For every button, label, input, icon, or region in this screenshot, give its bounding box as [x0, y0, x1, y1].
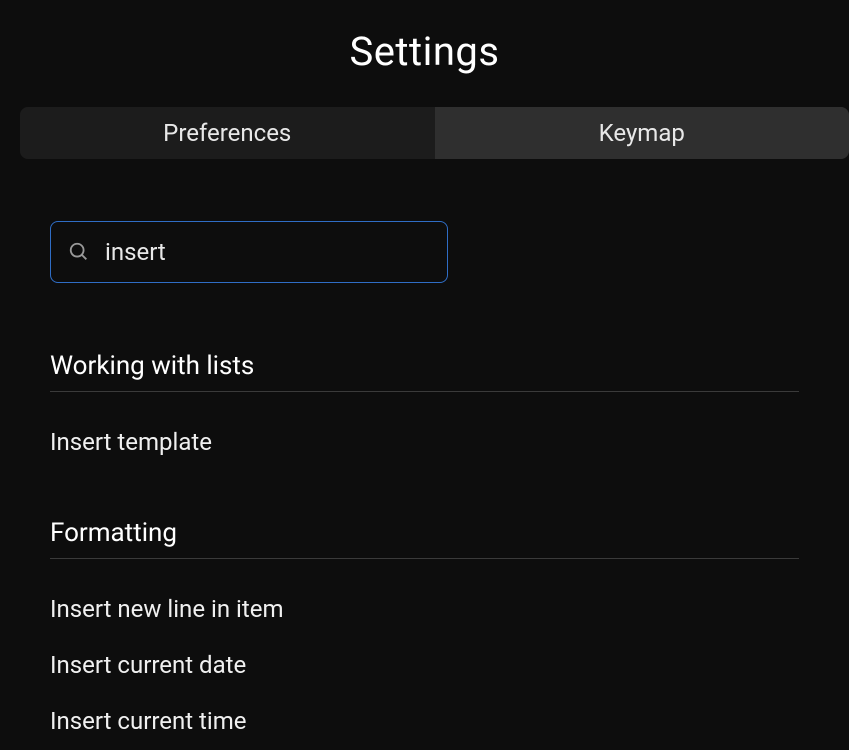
tab-preferences-label: Preferences — [163, 119, 291, 147]
tab-preferences[interactable]: Preferences — [20, 107, 435, 159]
page-title: Settings — [0, 28, 849, 75]
page-header: Settings — [0, 0, 849, 107]
search-wrapper — [50, 221, 448, 283]
search-input[interactable] — [50, 221, 448, 283]
content-area: Working with lists Insert template Forma… — [0, 159, 849, 749]
tabs-container: Preferences Keymap — [20, 107, 849, 159]
tab-keymap[interactable]: Keymap — [435, 107, 849, 159]
keymap-item-insert-new-line[interactable]: Insert new line in item — [50, 581, 799, 637]
keymap-item-insert-template[interactable]: Insert template — [50, 414, 799, 470]
section-header-formatting: Formatting — [50, 518, 799, 559]
tab-keymap-label: Keymap — [599, 119, 685, 147]
keymap-item-insert-current-time[interactable]: Insert current time — [50, 693, 799, 749]
section-working-with-lists: Working with lists Insert template — [50, 351, 799, 470]
keymap-item-insert-current-date[interactable]: Insert current date — [50, 637, 799, 693]
section-formatting: Formatting Insert new line in item Inser… — [50, 518, 799, 749]
section-header-working-with-lists: Working with lists — [50, 351, 799, 392]
